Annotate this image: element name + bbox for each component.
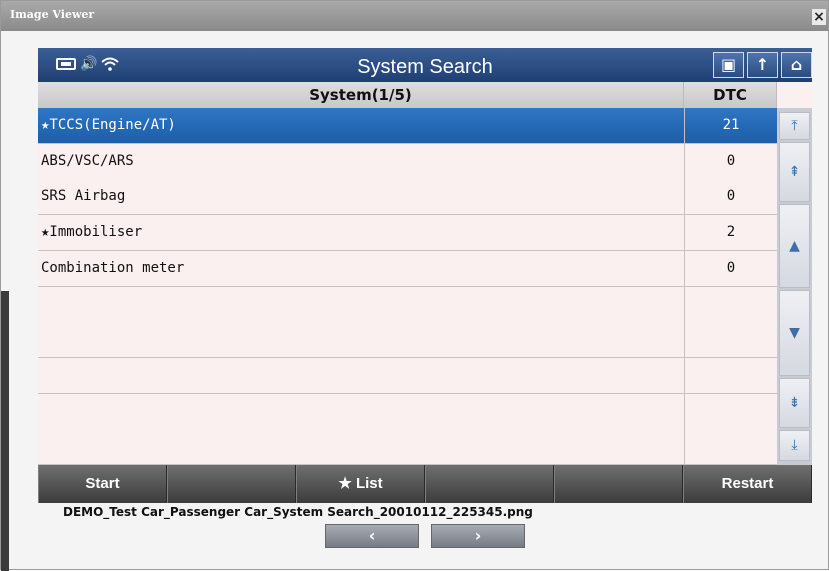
triangle-up-icon: ▲ xyxy=(789,238,800,254)
home-icon: ⌂ xyxy=(790,55,803,74)
column-header-system: System(1/5) xyxy=(38,82,684,108)
toolbar-empty-slot xyxy=(167,465,296,503)
table-row[interactable]: Combination meter 0 xyxy=(38,250,777,287)
scroll-down-button[interactable]: ▼ xyxy=(779,290,810,376)
dtc-count-cell: 0 xyxy=(684,250,777,287)
dtc-count-cell: 2 xyxy=(684,215,777,252)
page-up-icon: ⇞ xyxy=(788,164,801,180)
toolbar-empty-slot xyxy=(554,465,683,503)
dtc-count-cell: 21 xyxy=(684,108,777,144)
dtc-count-cell xyxy=(684,357,777,394)
table-row[interactable] xyxy=(38,357,777,394)
table-row[interactable]: SRS Airbag 0 xyxy=(38,179,777,216)
scroll-last-button[interactable]: ⤓ xyxy=(779,430,810,461)
scroll-first-button[interactable]: ⤒ xyxy=(779,112,810,140)
toolbar-empty-slot xyxy=(425,465,554,503)
system-name-cell xyxy=(41,287,681,323)
title-bar[interactable]: Image Viewer × xyxy=(1,1,828,31)
chevron-right-icon: › xyxy=(474,526,482,545)
header-buttons: ▣ ↑ ⌂ xyxy=(713,52,812,78)
page-title: System Search xyxy=(357,56,493,78)
system-name-cell: ★TCCS(Engine/AT) xyxy=(41,117,176,133)
close-button[interactable]: × xyxy=(812,9,826,25)
window-title: Image Viewer xyxy=(10,8,95,21)
chevron-left-icon: ‹ xyxy=(368,526,376,545)
dtc-count-cell: 0 xyxy=(684,179,777,216)
table-row[interactable]: ABS/VSC/ARS 0 xyxy=(38,143,777,180)
page-down-icon: ⇟ xyxy=(788,395,801,411)
double-up-arrow-icon: ⤒ xyxy=(791,118,798,134)
system-name-cell xyxy=(41,429,681,465)
back-up-button[interactable]: ↑ xyxy=(747,52,778,78)
system-name-cell: SRS Airbag xyxy=(41,188,126,205)
app-header: 🔊 System Search ▣ ↑ ⌂ xyxy=(38,48,812,82)
table-row[interactable] xyxy=(38,286,777,323)
table-row[interactable] xyxy=(38,429,777,466)
table-row[interactable]: ★TCCS(Engine/AT) 21 xyxy=(38,108,777,144)
table-row[interactable]: ★Immobiliser 2 xyxy=(38,215,777,252)
diagnostic-app: 🔊 System Search ▣ ↑ ⌂ System(1/5) DTC ★T… xyxy=(38,48,812,503)
system-name-cell xyxy=(41,322,681,358)
scroll-page-down-button[interactable]: ⇟ xyxy=(779,378,810,428)
triangle-down-icon: ▼ xyxy=(789,325,800,341)
table-row[interactable] xyxy=(38,322,777,359)
column-header-dtc: DTC xyxy=(684,82,777,108)
double-down-arrow-icon: ⤓ xyxy=(791,437,798,453)
system-name-cell: ★Immobiliser xyxy=(41,224,143,241)
list-button[interactable]: ★ List xyxy=(296,465,425,503)
dtc-count-cell xyxy=(684,393,777,430)
dtc-count-cell xyxy=(684,322,777,359)
scroll-page-up-button[interactable]: ⇞ xyxy=(779,142,810,202)
previous-image-button[interactable]: ‹ xyxy=(325,524,419,548)
restart-button[interactable]: Restart xyxy=(683,465,812,503)
scrollbar[interactable]: ⤒ ⇞ ▲ ▼ ⇟ ⤓ xyxy=(777,108,812,465)
home-button[interactable]: ⌂ xyxy=(781,52,812,78)
dtc-count-cell xyxy=(684,286,777,323)
image-filename: DEMO_Test Car_Passenger Car_System Searc… xyxy=(63,505,533,519)
up-arrow-icon: ↑ xyxy=(755,55,770,74)
bottom-toolbar: Start ★ List Restart xyxy=(38,465,812,503)
dtc-count-cell xyxy=(684,429,777,466)
scroll-up-button[interactable]: ▲ xyxy=(779,204,810,288)
start-button[interactable]: Start xyxy=(38,465,167,503)
dtc-count-cell: 0 xyxy=(684,143,777,180)
system-name-cell: ABS/VSC/ARS xyxy=(41,152,134,169)
image-viewer-window: Image Viewer × 🔊 System Search ▣ ↑ ⌂ Sys… xyxy=(0,0,829,571)
system-name-cell: Combination meter xyxy=(41,259,185,276)
screen-icon: ▣ xyxy=(720,55,737,74)
table-row[interactable] xyxy=(38,393,777,430)
screen-button[interactable]: ▣ xyxy=(713,52,744,78)
next-image-button[interactable]: › xyxy=(431,524,525,548)
system-name-cell xyxy=(41,394,681,430)
system-name-cell xyxy=(41,358,681,394)
left-edge-strip xyxy=(1,291,9,571)
